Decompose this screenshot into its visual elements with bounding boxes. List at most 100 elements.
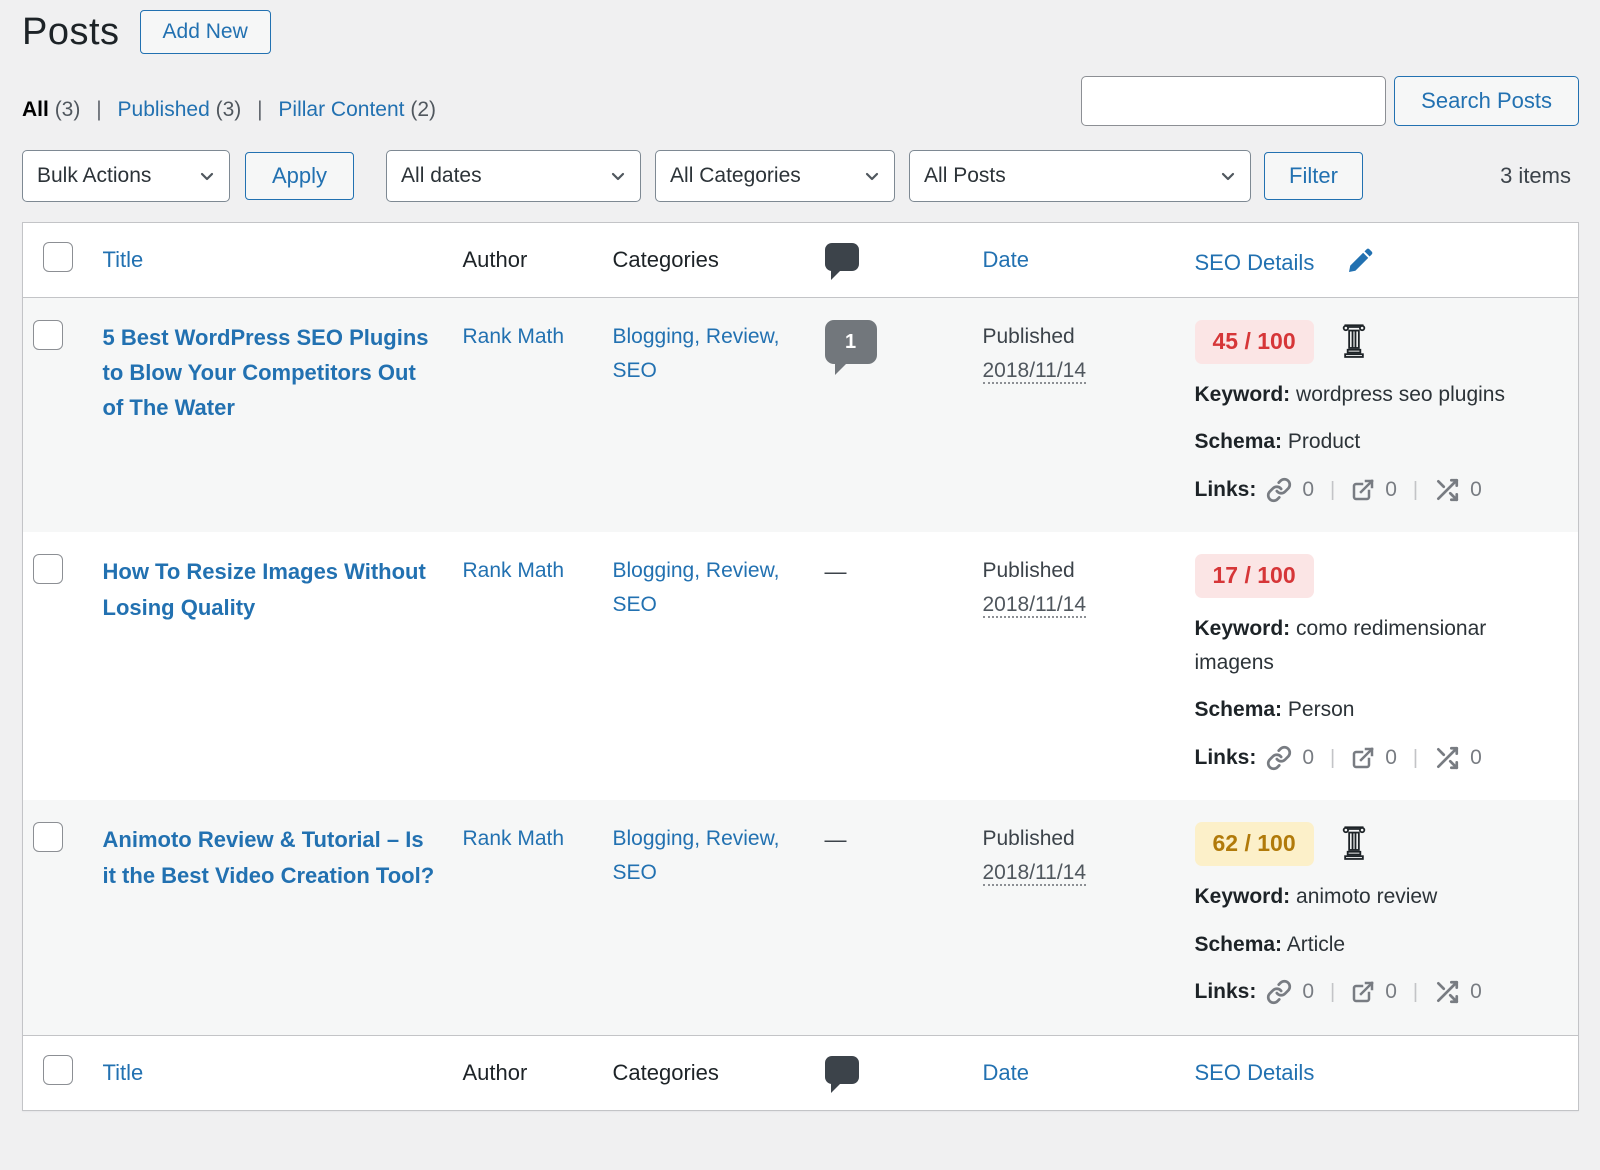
bulk-actions-select[interactable]: Bulk Actions <box>22 150 230 202</box>
seo-score-badge: 17 / 100 <box>1195 554 1314 598</box>
row-checkbox[interactable] <box>33 822 63 852</box>
no-comments-dash: — <box>825 559 847 584</box>
table-footer: Title Author Categories Date SEO Details <box>23 1035 1579 1110</box>
posts-table: Title Author Categories Date SEO Details… <box>22 222 1579 1111</box>
seo-score-badge: 62 / 100 <box>1195 822 1314 866</box>
schema-label: Schema: <box>1195 430 1283 453</box>
external-links-icon <box>1351 478 1375 502</box>
page-title: Posts <box>22 11 120 54</box>
dates-filter-select[interactable]: All dates <box>386 150 641 202</box>
schema-value: Product <box>1288 430 1360 453</box>
edit-pencil-icon[interactable] <box>1346 245 1376 275</box>
category-links[interactable]: Blogging, Review, SEO <box>613 559 780 616</box>
internal-links-count: 0 <box>1302 473 1314 507</box>
keyword-label: Keyword: <box>1195 383 1291 406</box>
redirect-links-icon <box>1434 745 1460 771</box>
view-all[interactable]: All (3) <box>22 98 80 121</box>
search-box: Search Posts <box>1081 76 1579 126</box>
sort-date-header[interactable]: Date <box>983 1060 1029 1085</box>
categories-filter-select[interactable]: All Categories <box>655 150 895 202</box>
chevron-down-icon <box>197 166 217 186</box>
redirect-links-count: 0 <box>1470 975 1482 1009</box>
sort-date-header[interactable]: Date <box>983 247 1029 272</box>
post-status: Published <box>983 827 1075 850</box>
schema-value: Article <box>1287 933 1345 956</box>
select-all-checkbox[interactable] <box>43 242 73 272</box>
redirect-links-count: 0 <box>1470 741 1482 775</box>
redirect-links-icon <box>1434 477 1460 503</box>
posts-filter-select[interactable]: All Posts <box>909 150 1251 202</box>
schema-label: Schema: <box>1195 698 1283 721</box>
search-input[interactable] <box>1081 76 1386 126</box>
sort-title-header[interactable]: Title <box>103 247 144 272</box>
internal-links-icon <box>1266 477 1292 503</box>
sort-seo-details-header[interactable]: SEO Details <box>1195 1060 1315 1085</box>
chevron-down-icon <box>862 166 882 186</box>
category-links[interactable]: Blogging, Review, SEO <box>613 325 780 382</box>
links-label: Links: <box>1195 975 1257 1009</box>
search-posts-button[interactable]: Search Posts <box>1394 76 1579 126</box>
author-header: Author <box>453 223 603 298</box>
pillar-content-icon <box>1340 822 1368 860</box>
post-date: 2018/11/14 <box>983 359 1087 384</box>
sort-title-header[interactable]: Title <box>103 1060 144 1085</box>
pillar-content-icon <box>1340 320 1368 358</box>
view-separator: | <box>257 98 262 121</box>
view-pillar-content[interactable]: Pillar Content (2) <box>278 98 436 121</box>
select-all-checkbox[interactable] <box>43 1055 73 1085</box>
external-links-icon <box>1351 980 1375 1004</box>
external-links-count: 0 <box>1385 741 1397 775</box>
post-views-filter: All (3) | Published (3) | Pillar Content… <box>22 98 436 126</box>
internal-links-count: 0 <box>1302 975 1314 1009</box>
table-header: Title Author Categories Date SEO Details <box>23 223 1579 298</box>
keyword-value: wordpress seo plugins <box>1296 383 1505 406</box>
row-checkbox[interactable] <box>33 554 63 584</box>
post-date: 2018/11/14 <box>983 861 1087 886</box>
page-header: Posts Add New <box>22 10 1579 54</box>
keyword-value: animoto review <box>1296 885 1437 908</box>
keyword-label: Keyword: <box>1195 885 1291 908</box>
author-link[interactable]: Rank Math <box>463 325 565 348</box>
author-header: Author <box>453 1035 603 1110</box>
no-comments-dash: — <box>825 827 847 852</box>
internal-links-icon <box>1266 979 1292 1005</box>
posts-admin-page: Posts Add New All (3) | Published (3) | … <box>0 0 1600 1111</box>
comments-icon <box>825 243 859 271</box>
schema-value: Person <box>1288 698 1355 721</box>
redirect-links-count: 0 <box>1470 473 1482 507</box>
external-links-count: 0 <box>1385 473 1397 507</box>
external-links-icon <box>1351 746 1375 770</box>
links-label: Links: <box>1195 741 1257 775</box>
view-published[interactable]: Published (3) <box>118 98 242 121</box>
view-separator: | <box>96 98 101 121</box>
filter-button[interactable]: Filter <box>1264 152 1363 200</box>
author-link[interactable]: Rank Math <box>463 559 565 582</box>
row-checkbox[interactable] <box>33 320 63 350</box>
chevron-down-icon <box>1218 166 1238 186</box>
sort-seo-details-header[interactable]: SEO Details <box>1195 250 1315 275</box>
table-row: Animoto Review & Tutorial – Is it the Be… <box>23 800 1579 1035</box>
items-count: 3 items <box>1500 163 1579 189</box>
post-status: Published <box>983 325 1075 348</box>
seo-score-badge: 45 / 100 <box>1195 320 1314 364</box>
category-links[interactable]: Blogging, Review, SEO <box>613 827 780 884</box>
post-status: Published <box>983 559 1075 582</box>
external-links-count: 0 <box>1385 975 1397 1009</box>
comment-count-bubble[interactable]: 1 <box>825 320 877 364</box>
post-title-link[interactable]: How To Resize Images Without Losing Qual… <box>103 554 443 624</box>
redirect-links-icon <box>1434 979 1460 1005</box>
post-title-link[interactable]: 5 Best WordPress SEO Plugins to Blow You… <box>103 320 443 426</box>
post-title-link[interactable]: Animoto Review & Tutorial – Is it the Be… <box>103 822 443 892</box>
comments-icon <box>825 1056 859 1084</box>
table-row: How To Resize Images Without Losing Qual… <box>23 532 1579 800</box>
keyword-label: Keyword: <box>1195 617 1291 640</box>
author-link[interactable]: Rank Math <box>463 827 565 850</box>
categories-header: Categories <box>603 1035 815 1110</box>
schema-label: Schema: <box>1195 933 1283 956</box>
add-new-button[interactable]: Add New <box>140 10 271 54</box>
apply-button[interactable]: Apply <box>245 152 354 200</box>
table-row: 5 Best WordPress SEO Plugins to Blow You… <box>23 298 1579 533</box>
internal-links-count: 0 <box>1302 741 1314 775</box>
table-toolbar: Bulk Actions Apply All dates All Categor… <box>22 150 1579 202</box>
chevron-down-icon <box>608 166 628 186</box>
